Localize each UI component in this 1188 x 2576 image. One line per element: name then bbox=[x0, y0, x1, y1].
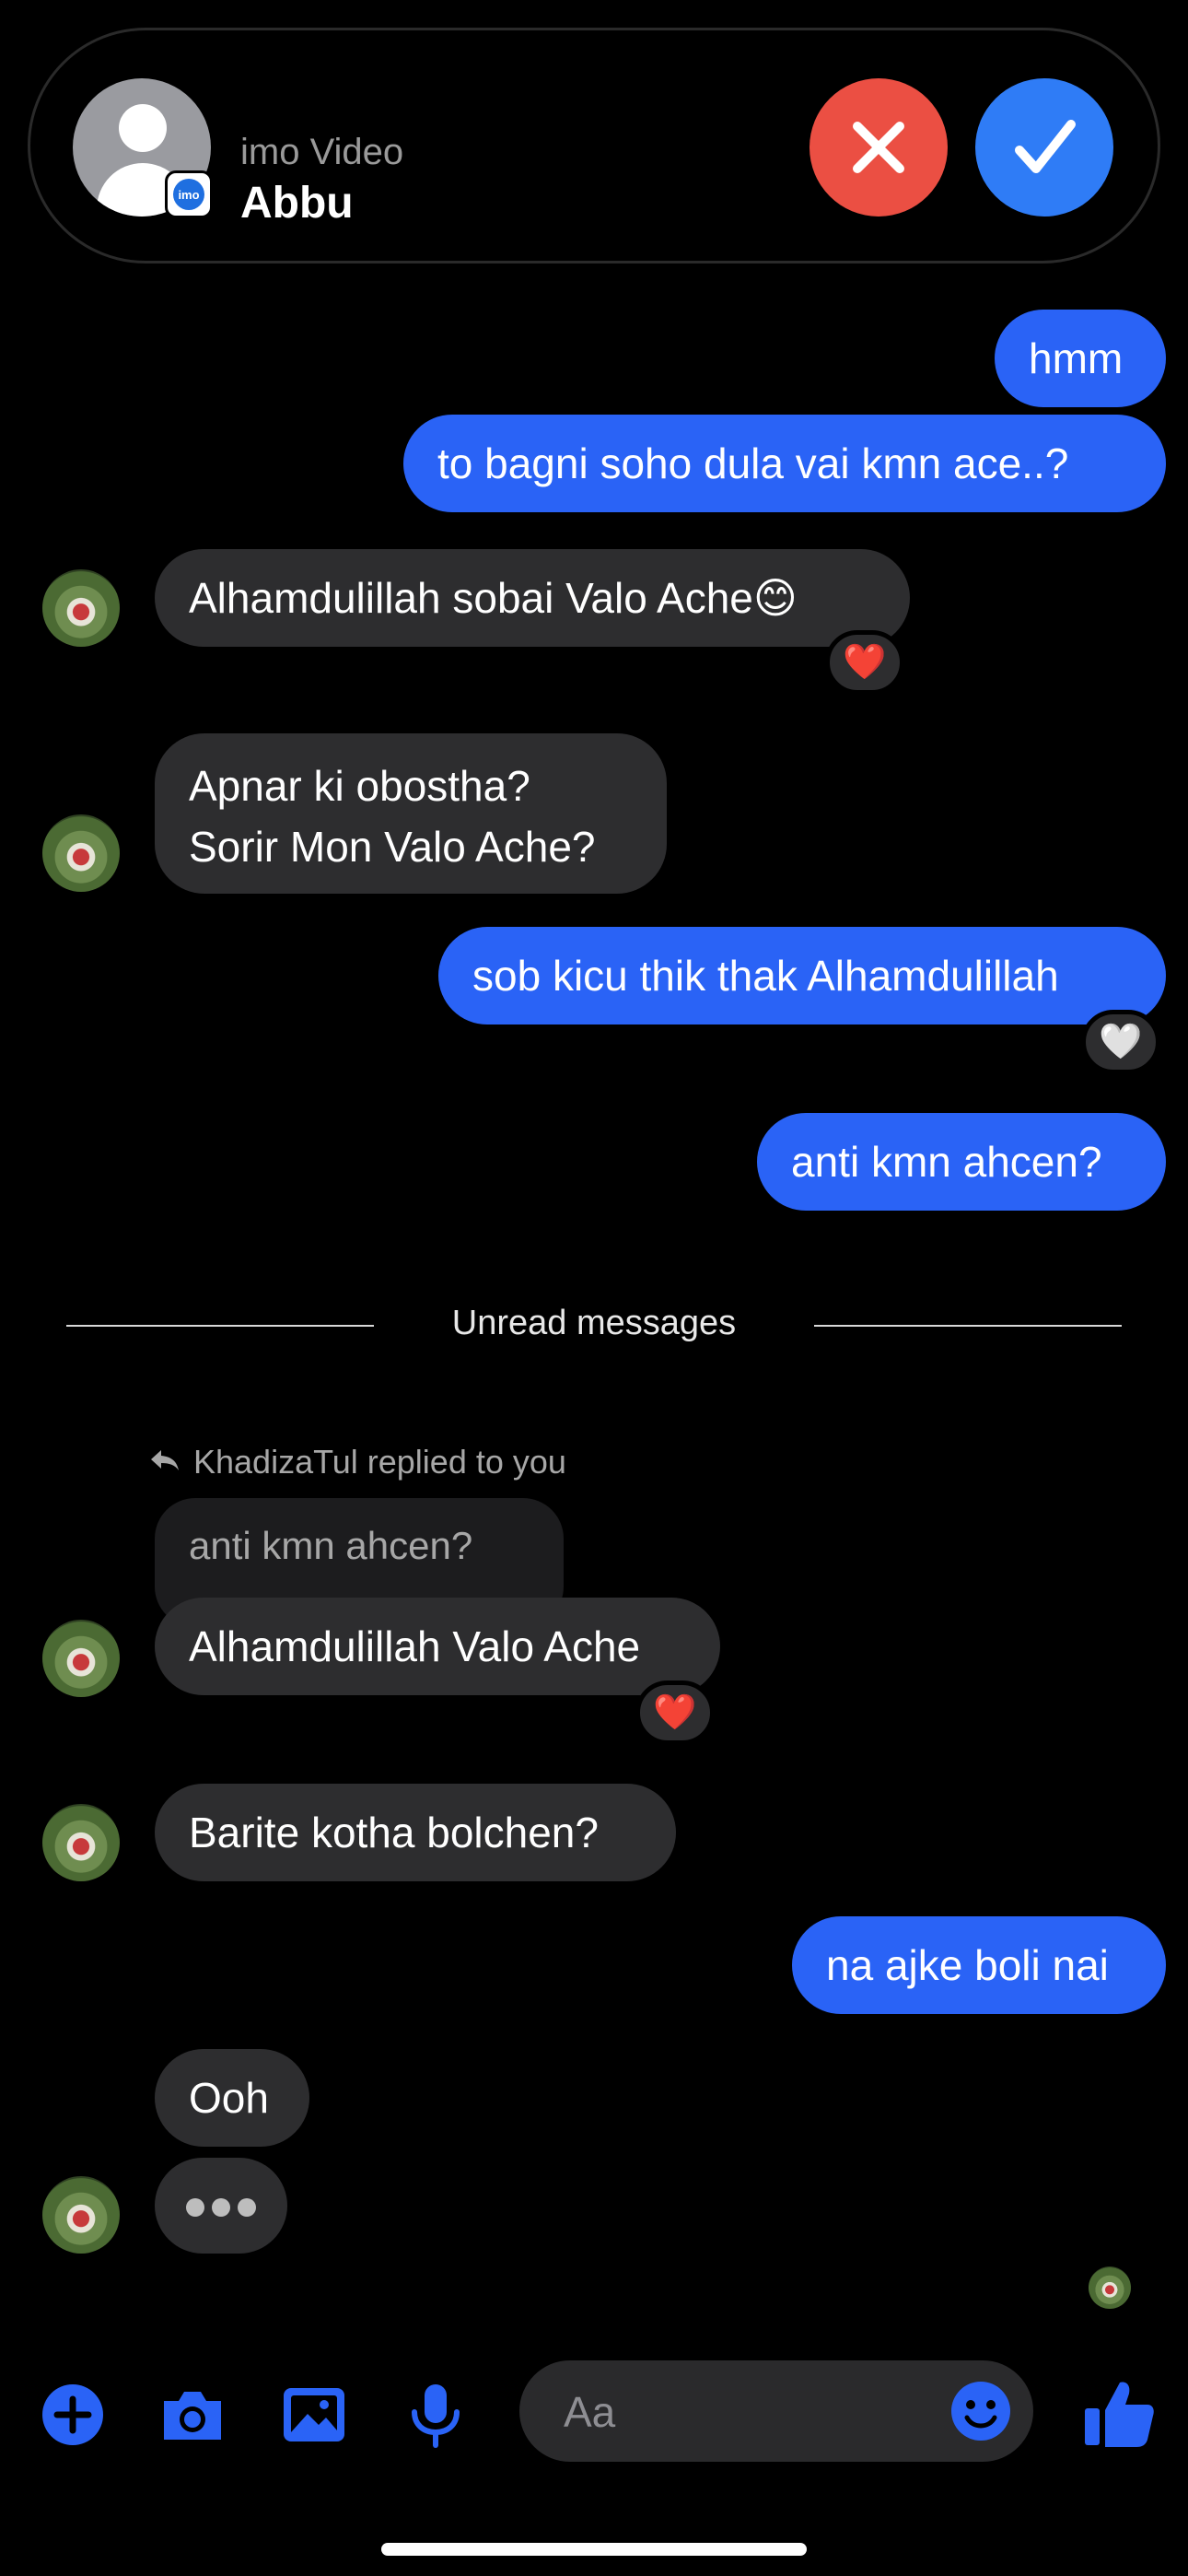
divider-line bbox=[814, 1325, 1122, 1327]
camera-button[interactable] bbox=[157, 2379, 228, 2451]
contact-avatar bbox=[42, 814, 120, 892]
contact-avatar bbox=[42, 2176, 120, 2254]
quoted-message-text: anti kmn ahcen? bbox=[189, 1524, 473, 1567]
decline-call-button[interactable] bbox=[809, 78, 948, 217]
home-indicator bbox=[381, 2543, 807, 2556]
message-input[interactable] bbox=[562, 2381, 934, 2443]
heart-reaction-emoji: ❤️ bbox=[843, 643, 887, 682]
heart-reaction-emoji: ❤️ bbox=[653, 1693, 697, 1732]
imo-app-icon: imo bbox=[165, 170, 213, 218]
close-icon bbox=[853, 122, 904, 173]
reply-context-text: KhadizaTul replied to you bbox=[193, 1443, 566, 1481]
message-received[interactable]: Alhamdulillah Valo Ache bbox=[155, 1598, 720, 1695]
unread-messages-label: Unread messages bbox=[451, 1304, 737, 1342]
image-icon bbox=[284, 2388, 344, 2441]
reply-arrow-icon bbox=[151, 1450, 179, 1470]
message-received[interactable]: Alhamdulillah sobai Valo Ache😊 bbox=[155, 549, 910, 647]
message-composer[interactable] bbox=[519, 2360, 1033, 2462]
thumbs-up-icon bbox=[1085, 2382, 1154, 2447]
message-line: Sorir Mon Valo Ache? bbox=[189, 823, 596, 871]
plus-button[interactable] bbox=[37, 2379, 109, 2451]
message-sent[interactable]: sob kicu thik thak Alhamdulillah bbox=[438, 927, 1166, 1025]
gallery-button[interactable] bbox=[278, 2379, 350, 2451]
accept-call-button[interactable] bbox=[975, 78, 1113, 217]
white-heart-reaction-emoji: 🤍 bbox=[1099, 1023, 1143, 1061]
message-received[interactable]: Apnar ki obostha? Sorir Mon Valo Ache? bbox=[155, 733, 667, 894]
message-sent[interactable]: na ajke boli nai bbox=[792, 1916, 1166, 2014]
contact-avatar bbox=[42, 1620, 120, 1697]
read-receipt-avatar bbox=[1089, 2266, 1131, 2309]
like-button[interactable] bbox=[1079, 2373, 1159, 2453]
message-sent[interactable]: anti kmn ahcen? bbox=[757, 1113, 1166, 1211]
call-app-label: imo Video bbox=[240, 132, 404, 172]
checkmark-icon bbox=[1015, 120, 1076, 173]
reaction-heart[interactable]: ❤️ bbox=[635, 1680, 715, 1745]
message-sent[interactable]: hmm bbox=[995, 310, 1166, 407]
microphone-icon bbox=[412, 2384, 460, 2448]
camera-icon bbox=[164, 2392, 221, 2440]
reaction-heart[interactable]: ❤️ bbox=[825, 630, 904, 695]
plus-icon bbox=[42, 2384, 103, 2445]
message-received[interactable]: Barite kotha bolchen? bbox=[155, 1784, 676, 1881]
emoji-icon[interactable] bbox=[949, 2379, 1013, 2443]
message-received[interactable]: Ooh bbox=[155, 2049, 309, 2147]
caller-name: Abbu bbox=[240, 179, 354, 228]
contact-avatar bbox=[42, 1804, 120, 1881]
contact-avatar bbox=[42, 569, 120, 647]
message-sent[interactable]: to bagni soho dula vai kmn ace..? bbox=[403, 415, 1166, 512]
reaction-white-heart[interactable]: 🤍 bbox=[1081, 1010, 1160, 1074]
microphone-button[interactable] bbox=[400, 2379, 472, 2451]
imo-badge-text: imo bbox=[173, 179, 204, 210]
message-line: Apnar ki obostha? bbox=[189, 762, 530, 810]
typing-indicator bbox=[155, 2158, 287, 2254]
reply-context: KhadizaTul replied to you bbox=[151, 1443, 566, 1481]
incoming-call-banner[interactable]: imo imo Video Abbu bbox=[28, 28, 1160, 263]
